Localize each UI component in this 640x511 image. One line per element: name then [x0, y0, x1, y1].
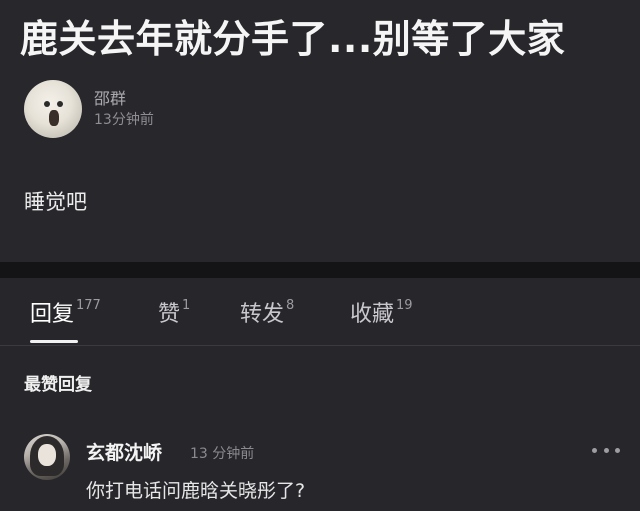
tab-label: 赞	[158, 302, 181, 327]
tab-count: 1	[182, 298, 191, 313]
commenter-name[interactable]: 玄都沈峤	[86, 438, 162, 465]
section-title: 最赞回复	[24, 375, 92, 395]
post-author[interactable]: 邵群 13分钟前	[24, 80, 154, 138]
tab-label: 回复	[30, 302, 75, 327]
tab-reposts[interactable]: 转发 8	[240, 296, 294, 328]
section-divider	[0, 262, 640, 278]
dot	[592, 447, 597, 453]
tab-replies[interactable]: 回复 177	[30, 296, 101, 328]
comment-text: 你打电话问鹿晗关晓彤了?	[86, 480, 306, 502]
post-tabs: 回复 177 赞 1 转发 8 收藏 19	[0, 278, 640, 346]
tab-count: 177	[76, 298, 101, 313]
comment-time: 13 分钟前	[190, 446, 255, 462]
tab-count: 19	[396, 298, 413, 313]
avatar-face	[38, 444, 56, 466]
tab-likes[interactable]: 赞 1	[158, 296, 190, 328]
author-name[interactable]: 邵群	[94, 88, 154, 110]
post-time: 13分钟前	[94, 112, 154, 128]
tab-label: 转发	[240, 302, 285, 327]
author-avatar[interactable]	[24, 80, 82, 138]
author-meta: 邵群 13分钟前	[94, 88, 154, 130]
dot	[615, 447, 620, 453]
active-tab-indicator	[30, 340, 78, 343]
avatar-mouth	[49, 110, 59, 126]
post-body: 睡觉吧	[24, 190, 87, 214]
avatar-eye	[57, 101, 63, 107]
tab-count: 8	[286, 298, 295, 313]
avatar-eye	[44, 101, 50, 107]
tab-label: 收藏	[350, 302, 395, 327]
more-dots-icon[interactable]	[592, 442, 620, 458]
comment-item: 玄都沈峤 13 分钟前 你打电话问鹿晗关晓彤了?	[24, 434, 624, 502]
dot	[603, 447, 609, 453]
post-header: 鹿关去年就分手了...别等了大家 邵群 13分钟前 睡觉吧	[0, 0, 640, 262]
post-title: 鹿关去年就分手了...别等了大家	[20, 17, 566, 61]
post-detail-page: 鹿关去年就分手了...别等了大家 邵群 13分钟前 睡觉吧 回复 177 赞 1…	[0, 0, 640, 511]
tab-favorites[interactable]: 收藏 19	[350, 296, 413, 328]
commenter-avatar[interactable]	[24, 434, 70, 480]
